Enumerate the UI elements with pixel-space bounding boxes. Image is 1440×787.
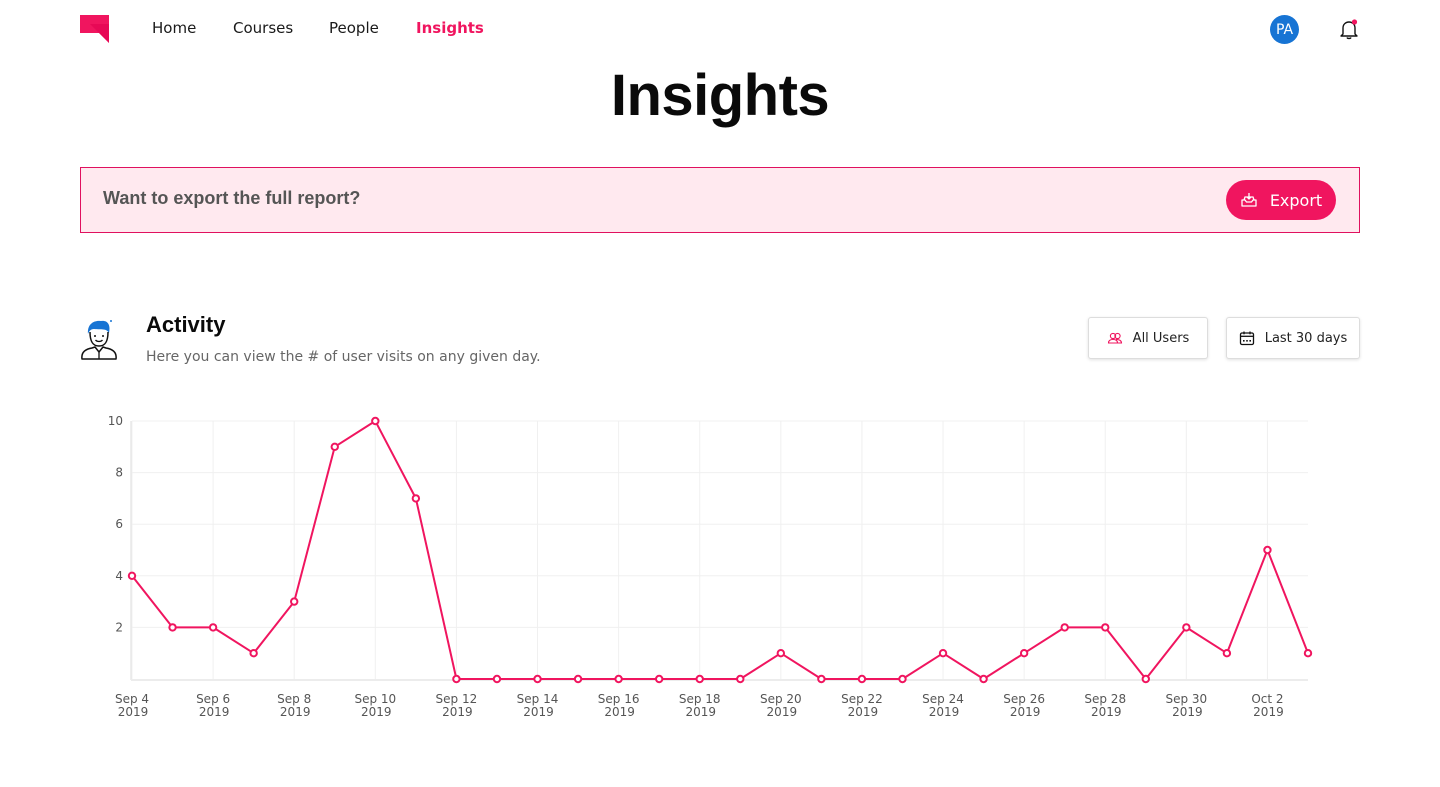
user-avatar-icon: [81, 320, 117, 360]
x-tick-year-label: 2019: [929, 705, 960, 719]
banner-text: Want to export the full report?: [103, 188, 361, 208]
data-point: [898, 674, 907, 684]
x-tick-label: Sep 22: [841, 692, 883, 706]
activity-title: Activity: [146, 312, 226, 337]
data-point: [1222, 649, 1232, 658]
users-icon: [1107, 332, 1122, 344]
notification-bell-icon[interactable]: [1337, 17, 1361, 41]
nav-insights[interactable]: Insights: [416, 19, 484, 37]
data-point: [208, 623, 218, 632]
data-point: [452, 674, 461, 684]
tick-labels: 246810Sep 42019Sep 62019Sep 82019Sep 102…: [108, 414, 1284, 719]
x-tick-year-label: 2019: [767, 705, 798, 719]
brand-logo-icon[interactable]: [80, 15, 109, 43]
page-title: Insights: [610, 63, 830, 128]
x-tick-year-label: 2019: [442, 705, 473, 719]
export-button[interactable]: Export: [1226, 180, 1336, 220]
data-point: [1101, 623, 1110, 632]
data-point: [168, 623, 177, 632]
data-point: [1303, 649, 1313, 658]
top-nav: Home Courses People Insights PA: [0, 0, 1440, 58]
activity-line-chart: 246810Sep 42019Sep 62019Sep 82019Sep 102…: [108, 414, 1313, 719]
export-tray-icon: [1241, 193, 1257, 207]
data-point: [573, 674, 583, 684]
data-point: [330, 442, 339, 451]
data-point: [938, 649, 948, 658]
date-range-filter[interactable]: Last 30 days: [1226, 317, 1360, 359]
x-tick-year-label: 2019: [848, 705, 879, 719]
all-users-filter[interactable]: All Users: [1088, 317, 1208, 359]
data-point: [614, 674, 623, 684]
x-tick-label: Sep 24: [922, 692, 964, 706]
x-tick-label: Sep 16: [598, 692, 640, 706]
data-point: [1141, 674, 1150, 684]
nav-courses[interactable]: Courses: [233, 19, 293, 37]
y-tick-label: 2: [115, 620, 123, 634]
data-point: [1182, 623, 1191, 632]
data-point: [411, 494, 421, 503]
x-tick-year-label: 2019: [685, 705, 716, 719]
nav-people[interactable]: People: [329, 19, 379, 37]
x-tick-label: Sep 4: [115, 692, 149, 706]
y-tick-label: 8: [115, 466, 123, 480]
calendar-icon: [1239, 331, 1254, 346]
x-tick-label: Sep 20: [760, 692, 802, 706]
x-tick-year-label: 2019: [1010, 705, 1041, 719]
x-tick-year-label: 2019: [1253, 705, 1284, 719]
data-point: [1019, 649, 1029, 658]
y-tick-label: 4: [115, 569, 123, 583]
data-point: [371, 416, 380, 426]
x-tick-label: Sep 30: [1165, 692, 1207, 706]
all-users-label: All Users: [1132, 330, 1190, 346]
data-point: [1263, 545, 1272, 555]
x-tick-label: Sep 18: [679, 692, 721, 706]
data-point: [857, 674, 867, 684]
data-point: [817, 674, 826, 684]
data-point: [736, 674, 745, 684]
export-button-label: Export: [1269, 190, 1323, 210]
x-tick-year-label: 2019: [199, 705, 230, 719]
export-banner: Want to export the full report? Export: [80, 167, 1360, 233]
data-point: [492, 674, 502, 684]
x-tick-label: Sep 12: [436, 692, 478, 706]
data-point: [654, 674, 664, 684]
user-avatar[interactable]: PA: [1270, 15, 1299, 44]
x-tick-year-label: 2019: [280, 705, 311, 719]
x-tick-label: Sep 28: [1084, 692, 1126, 706]
x-tick-label: Sep 10: [354, 692, 396, 706]
notification-dot: [1351, 19, 1358, 25]
data-point: [1060, 623, 1069, 632]
data-point: [695, 674, 704, 684]
x-tick-label: Sep 6: [196, 692, 230, 706]
series-line: [131, 420, 1309, 680]
x-tick-year-label: 2019: [118, 705, 149, 719]
x-tick-year-label: 2019: [523, 705, 554, 719]
activity-subtitle: Here you can view the # of user visits o…: [146, 349, 541, 365]
x-tick-year-label: 2019: [1172, 705, 1203, 719]
x-tick-label: Oct 2: [1251, 692, 1283, 706]
y-tick-label: 6: [115, 517, 123, 531]
data-point: [533, 674, 542, 684]
data-point: [249, 649, 258, 658]
nav-home[interactable]: Home: [152, 19, 196, 37]
x-tick-label: Sep 8: [277, 692, 311, 706]
x-tick-year-label: 2019: [1091, 705, 1122, 719]
x-tick-year-label: 2019: [361, 705, 392, 719]
x-tick-label: Sep 14: [517, 692, 559, 706]
data-point: [776, 649, 786, 658]
y-tick-label: 10: [108, 414, 123, 428]
x-tick-year-label: 2019: [604, 705, 635, 719]
series-points: [127, 416, 1313, 684]
series-line-user-visits: [131, 420, 1309, 680]
data-point: [290, 597, 299, 606]
date-range-label: Last 30 days: [1264, 330, 1348, 346]
data-point: [979, 674, 988, 684]
data-point: [127, 571, 137, 580]
x-tick-label: Sep 26: [1003, 692, 1045, 706]
